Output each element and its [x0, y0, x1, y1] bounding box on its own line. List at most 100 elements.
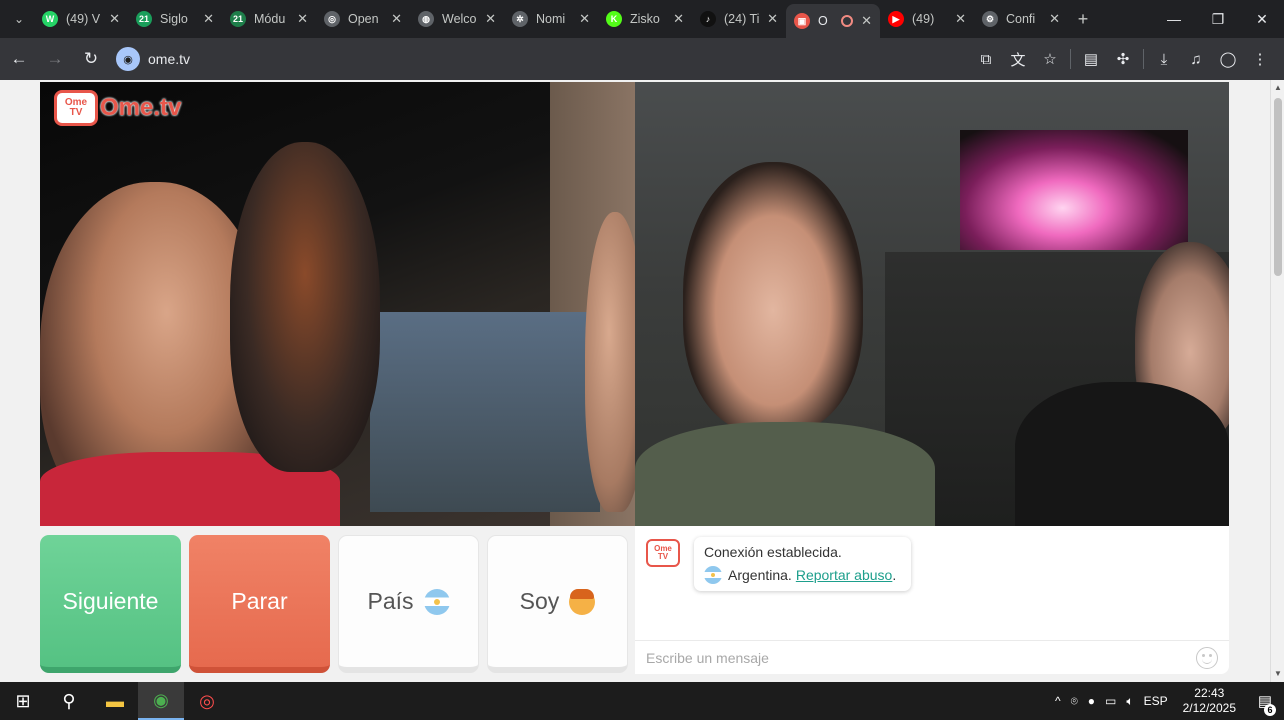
country-filter-button[interactable]: País — [338, 535, 479, 673]
emoji-picker-icon[interactable] — [1196, 647, 1218, 669]
reload-button[interactable]: ↻ — [74, 42, 108, 76]
recording-indicator-icon — [841, 15, 854, 27]
browser-tab[interactable]: ◎ Open ✕ — [316, 0, 410, 38]
next-button[interactable]: Siguiente — [40, 535, 181, 673]
report-period: . — [892, 567, 897, 583]
show-hidden-icons-chevron-icon[interactable]: ^ — [1050, 694, 1066, 708]
video-person-masked — [230, 142, 380, 472]
argentina-flag-icon — [704, 566, 722, 584]
microphone-icon[interactable]: ● — [1083, 694, 1100, 708]
stop-button[interactable]: Parar — [189, 535, 330, 673]
install-app-icon[interactable]: ⧉ — [970, 43, 1002, 75]
tab-title: (49) V — [66, 12, 101, 26]
message-input-row — [635, 640, 1229, 674]
browser-tab[interactable]: K Zisko ✕ — [598, 0, 692, 38]
taskbar-chrome[interactable]: ◉ — [138, 682, 184, 720]
media-control-icon[interactable]: ♫ — [1180, 43, 1212, 75]
message-input[interactable] — [646, 649, 1186, 666]
minimize-button[interactable]: — — [1152, 0, 1196, 38]
close-tab-icon[interactable]: ✕ — [1049, 11, 1060, 27]
forward-button[interactable]: → — [38, 42, 72, 76]
close-tab-icon[interactable]: ✕ — [767, 11, 778, 27]
taskbar-recorder[interactable]: ◎ — [184, 682, 230, 720]
tab-title: Módu — [254, 12, 286, 26]
profile-icon[interactable]: ◯ — [1212, 43, 1244, 75]
stop-button-label: Parar — [231, 587, 288, 614]
windows-taskbar: ⊞ ⚲ ▬ ◉ ◎ ^ ⌾ ● ▭ 🔈︎ ESP 22:43 2/12/2025 … — [0, 682, 1284, 720]
connection-status-text: Conexión establecida. — [704, 544, 842, 560]
download-icon[interactable]: ⤓ — [1148, 43, 1180, 75]
scroll-up-arrow-icon[interactable]: ▲ — [1274, 84, 1282, 92]
translate-icon[interactable]: 文 — [1002, 43, 1034, 75]
search-button[interactable]: ⚲ — [46, 682, 92, 720]
taskbar-file-explorer[interactable]: ▬ — [92, 682, 138, 720]
browser-tab[interactable]: ✲ Nomi ✕ — [504, 0, 598, 38]
page-scrollbar[interactable]: ▲ ▼ — [1270, 80, 1284, 682]
close-tab-icon[interactable]: ✕ — [955, 11, 966, 27]
whatsapp-icon: W — [42, 11, 58, 27]
logo-text: Ome.tv — [100, 94, 182, 121]
tab-title: O — [818, 14, 828, 28]
tab-search-button[interactable]: ⌄ — [4, 4, 34, 34]
clock[interactable]: 22:43 2/12/2025 — [1173, 686, 1246, 716]
ometv-icon: ▣ — [794, 13, 810, 29]
tab-title: Nomi — [536, 12, 566, 26]
browser-tab[interactable]: 21 Siglo ✕ — [128, 0, 222, 38]
notification-count: 6 — [1264, 704, 1276, 716]
browser-tab[interactable]: 21 Módu ✕ — [222, 0, 316, 38]
clock-date: 2/12/2025 — [1182, 701, 1236, 715]
browser-tab[interactable]: ▣ O ✕ — [786, 4, 880, 38]
notification-center-button[interactable]: ▤ 6 — [1246, 692, 1284, 716]
browser-tab[interactable]: ◍ Welco ✕ — [410, 0, 504, 38]
report-abuse-link[interactable]: Reportar abuso — [796, 567, 893, 583]
toolbar-actions: ⧉ 文 ☆ ▤ ✣ ⤓ ♫ ◯ ⋮ — [970, 38, 1276, 80]
new-tab-button[interactable]: + — [1068, 9, 1098, 30]
video-background-building — [370, 312, 600, 512]
arrow-right-icon: → — [46, 49, 64, 68]
tab-title: Open — [348, 12, 379, 26]
close-tab-icon[interactable]: ✕ — [391, 11, 402, 27]
browser-tab[interactable]: ♪ (24) Ti ✕ — [692, 0, 786, 38]
close-tab-icon[interactable]: ✕ — [579, 11, 590, 27]
chevron-down-icon: ⌄ — [13, 12, 25, 26]
gender-select-button[interactable]: Soy — [487, 535, 628, 673]
next-button-label: Siguiente — [62, 587, 159, 614]
scrollbar-thumb[interactable] — [1274, 98, 1282, 276]
browser-tab[interactable]: ▶ (49) ✕ — [880, 0, 974, 38]
bookmark-star-icon[interactable]: ☆ — [1034, 43, 1066, 75]
logo-box-line2: TV — [69, 107, 83, 118]
webcam-icon[interactable]: ⌾ — [1066, 694, 1083, 709]
url-text[interactable]: ome.tv — [148, 51, 190, 67]
close-window-button[interactable]: ✕ — [1240, 0, 1284, 38]
ometv-logo[interactable]: Ome TV Ome.tv — [54, 90, 181, 126]
close-tab-icon[interactable]: ✕ — [297, 11, 308, 27]
back-button[interactable]: ← — [2, 42, 36, 76]
stranger-country-text: Argentina. — [728, 567, 792, 583]
browser-tab[interactable]: ⚙ Confi ✕ — [974, 0, 1068, 38]
boy-emoji-icon — [569, 588, 596, 615]
close-tab-icon[interactable]: ✕ — [109, 11, 120, 27]
site-info-icon[interactable]: ◉ — [116, 47, 140, 71]
extension-icon[interactable]: ▤ — [1075, 43, 1107, 75]
tab-strip: ⌄ W (49) V ✕ 21 Siglo ✕ 21 Módu ✕ ◎ Open ✕ ◍ Welco ✕ ✲ N… — [0, 0, 1284, 38]
close-tab-icon[interactable]: ✕ — [861, 13, 872, 29]
volume-icon[interactable]: 🔈︎ — [1121, 694, 1138, 709]
windows-logo-icon: ⊞ — [15, 690, 31, 711]
menu-kebab-icon[interactable]: ⋮ — [1244, 43, 1276, 75]
start-button[interactable]: ⊞ — [0, 682, 46, 720]
browser-toolbar: ← → ↻ ◉ ome.tv ⧉ 文 ☆ ▤ ✣ ⤓ ♫ ◯ ⋮ — [0, 38, 1284, 80]
close-tab-icon[interactable]: ✕ — [485, 11, 496, 27]
system-message-bubble: Conexión establecida. Argentina. Reporta… — [694, 537, 911, 591]
stranger-country-row: Argentina. Reportar abuso. — [704, 566, 911, 584]
network-icon[interactable]: ▭ — [1100, 694, 1121, 708]
language-indicator[interactable]: ESP — [1139, 694, 1173, 708]
restore-button[interactable]: ❐ — [1196, 0, 1240, 38]
close-tab-icon[interactable]: ✕ — [673, 11, 684, 27]
scroll-down-arrow-icon[interactable]: ▼ — [1274, 670, 1282, 678]
tab-title: Zisko — [630, 12, 660, 26]
browser-tab[interactable]: W (49) V ✕ — [34, 0, 128, 38]
video-tv-fire — [960, 130, 1188, 250]
youtube-icon: ▶ — [888, 11, 904, 27]
close-tab-icon[interactable]: ✕ — [203, 11, 214, 27]
extensions-puzzle-icon[interactable]: ✣ — [1107, 43, 1139, 75]
